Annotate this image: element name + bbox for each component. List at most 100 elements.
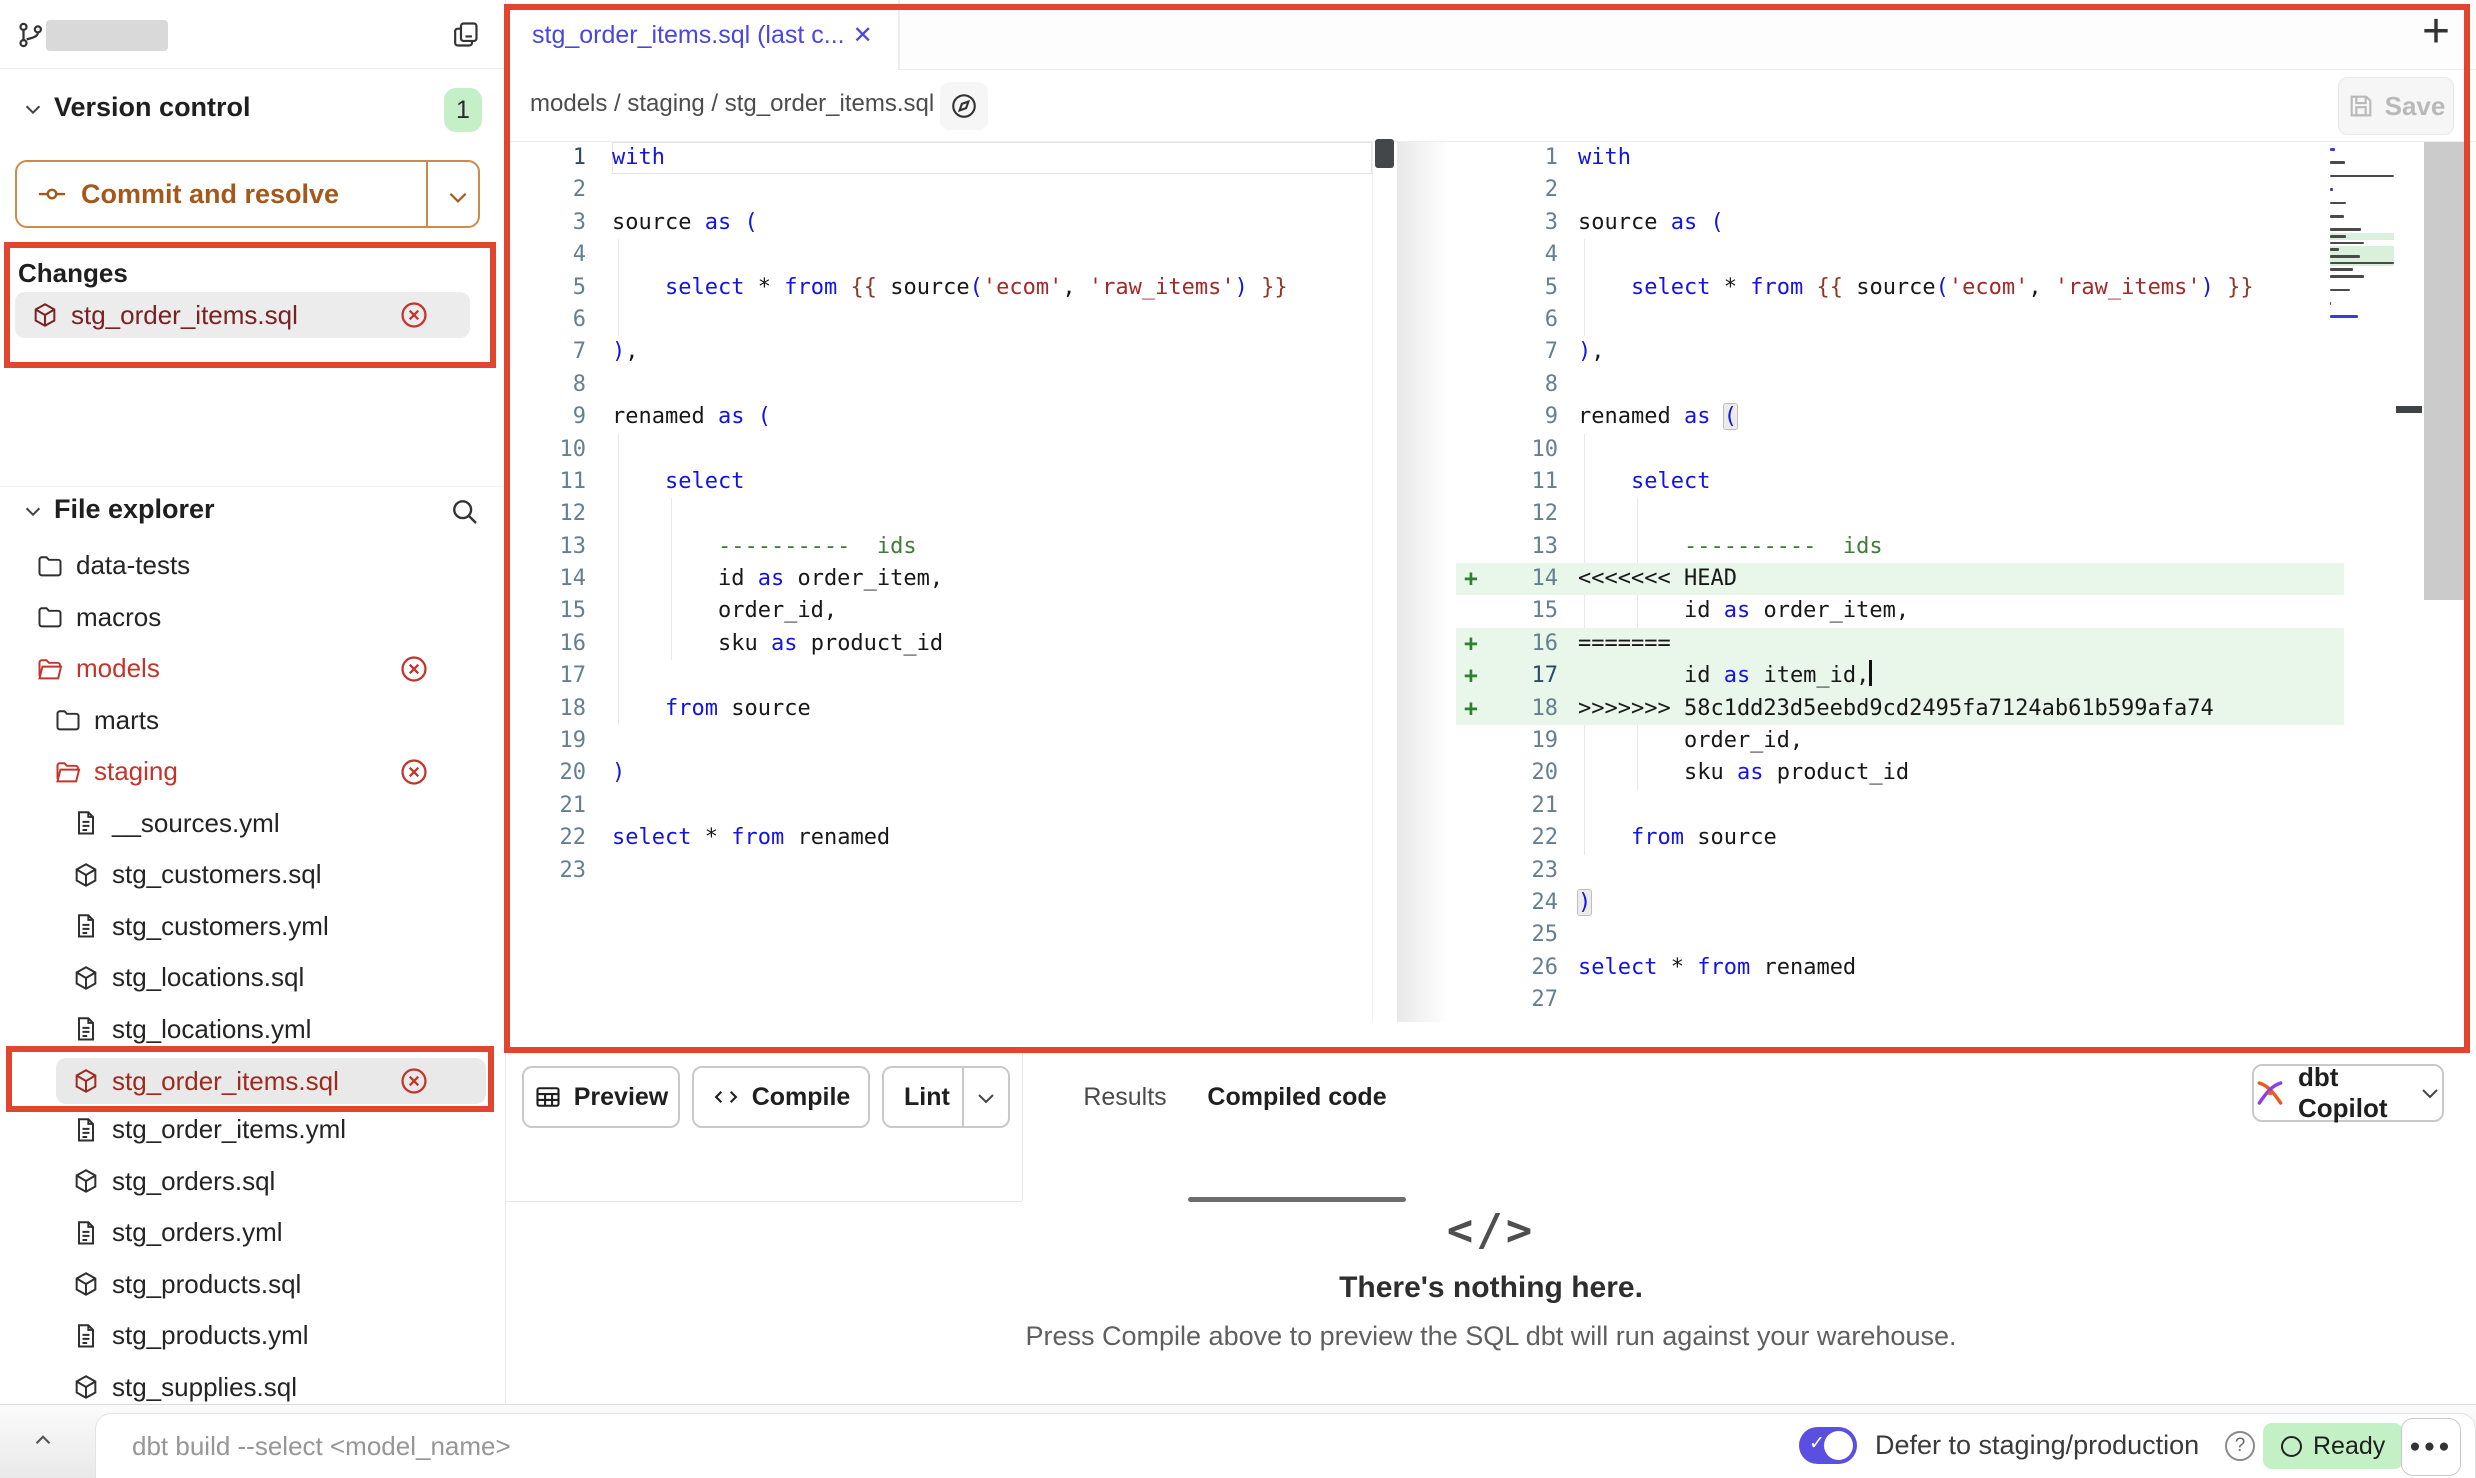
file-explorer-item-stg_order_items.yml[interactable]: stg_order_items.yml [0,1104,506,1156]
code-line-19[interactable]: 19 [506,725,1372,757]
defer-toggle[interactable]: ✓ [1799,1427,1857,1464]
preview-button[interactable]: Preview [522,1066,680,1128]
file-explorer-item-stg_orders.sql[interactable]: stg_orders.sql [0,1156,506,1208]
chevron-up-icon[interactable] [30,1427,56,1453]
file-explorer-item-stg_products.sql[interactable]: stg_products.sql [0,1259,506,1311]
git-branch-icon[interactable] [16,20,46,50]
code-line-15[interactable]: 15 id as order_item, [1456,595,2344,627]
code-line-22[interactable]: 22select * from renamed [506,822,1372,854]
code-line-10[interactable]: 10 [1456,434,2344,466]
code-line-25[interactable]: 25 [1456,919,2344,951]
code-line-18[interactable]: +18>>>>>>> 58c1dd23d5eebd9cd2495fa7124ab… [1456,693,2344,725]
code-line-19[interactable]: 19 order_id, [1456,725,2344,757]
file-explorer-item-stg_order_items.sql[interactable]: stg_order_items.sql [56,1058,486,1104]
code-line-12[interactable]: 12 [506,498,1372,530]
code-line-5[interactable]: 5 select * from {{ source('ecom', 'raw_i… [1456,272,2344,304]
search-icon[interactable] [448,495,480,527]
code-line-2[interactable]: 2 [1456,174,2344,206]
file-explorer-item-stg_products.yml[interactable]: stg_products.yml [0,1310,506,1362]
code-line-2[interactable]: 2 [506,174,1372,206]
code-line-23[interactable]: 23 [506,855,1372,887]
code-line-15[interactable]: 15 order_id, [506,595,1372,627]
discard-change-icon[interactable] [398,756,430,788]
new-tab-icon[interactable]: + [2422,4,2450,59]
code-line-3[interactable]: 3source as ( [506,207,1372,239]
file-explorer-item-stg_customers.yml[interactable]: stg_customers.yml [0,901,506,953]
file-explorer-item-stg_orders.yml[interactable]: stg_orders.yml [0,1207,506,1259]
file-explorer-item-stg_locations.sql[interactable]: stg_locations.sql [0,952,506,1004]
more-options-button[interactable]: ●●● [2401,1418,2461,1476]
code-line-16[interactable]: 16 sku as product_id [506,628,1372,660]
close-icon[interactable]: ✕ [853,21,873,50]
changed-file-row[interactable]: stg_order_items.sql [15,292,470,338]
left-pane-scrollbar[interactable] [1372,142,1396,1022]
code-line-8[interactable]: 8 [1456,369,2344,401]
code-line-13[interactable]: 13 ---------- ids [1456,531,2344,563]
tab-stg-order-items[interactable]: stg_order_items.sql (last c... ✕ [506,0,900,70]
code-line-10[interactable]: 10 [506,434,1372,466]
right-pane-scrollbar-thumb[interactable] [2424,142,2466,600]
compile-button[interactable]: Compile [692,1066,870,1128]
code-line-16[interactable]: +16======= [1456,628,2344,660]
code-pane-local[interactable]: 1with23source as (45 select * from {{ so… [506,142,1372,887]
code-line-6[interactable]: 6 [506,304,1372,336]
discard-change-icon[interactable] [398,653,430,685]
code-line-11[interactable]: 11 select [506,466,1372,498]
code-line-4[interactable]: 4 [1456,239,2344,271]
file-explorer-item-macros[interactable]: macros [0,592,506,644]
help-icon[interactable]: ? [2225,1431,2255,1461]
code-line-18[interactable]: 18 from source [506,693,1372,725]
lineage-compass-icon[interactable] [940,82,988,130]
tab-compiled-code[interactable]: Compiled code [1188,1066,1406,1128]
file-explorer-item-data-tests[interactable]: data-tests [0,540,506,592]
file-explorer-item-stg_customers.sql[interactable]: stg_customers.sql [0,849,506,901]
code-line-24[interactable]: 24) [1456,887,2344,919]
code-line-14[interactable]: +14<<<<<<< HEAD [1456,563,2344,595]
code-line-8[interactable]: 8 [506,369,1372,401]
code-line-6[interactable]: 6 [1456,304,2344,336]
code-line-22[interactable]: 22 from source [1456,822,2344,854]
code-line-14[interactable]: 14 id as order_item, [506,563,1372,595]
copy-icon[interactable] [450,19,481,50]
code-line-9[interactable]: 9renamed as ( [506,401,1372,433]
file-explorer-item-stg_locations.yml[interactable]: stg_locations.yml [0,1004,506,1056]
code-line-13[interactable]: 13 ---------- ids [506,531,1372,563]
code-line-20[interactable]: 20 sku as product_id [1456,757,2344,789]
file-explorer-item-marts[interactable]: marts [0,695,506,747]
left-pane-scrollbar-thumb[interactable] [1375,139,1394,168]
file-explorer-item-__sources.yml[interactable]: __sources.yml [0,798,506,850]
code-line-12[interactable]: 12 [1456,498,2344,530]
lint-button[interactable]: Lint [882,1066,1010,1128]
discard-change-icon[interactable] [398,1065,430,1097]
chevron-down-icon[interactable] [445,184,471,210]
save-button[interactable]: Save [2338,77,2454,135]
code-line-3[interactable]: 3source as ( [1456,207,2344,239]
code-line-21[interactable]: 21 [1456,790,2344,822]
file-explorer-item-models[interactable]: models [0,643,506,695]
dbt-copilot-button[interactable]: dbt Copilot [2252,1064,2444,1122]
code-line-4[interactable]: 4 [506,239,1372,271]
code-line-7[interactable]: 7), [506,336,1372,368]
discard-change-icon[interactable] [398,299,430,331]
code-line-17[interactable]: 17 [506,660,1372,692]
code-line-5[interactable]: 5 select * from {{ source('ecom', 'raw_i… [506,272,1372,304]
code-line-27[interactable]: 27 [1456,984,2344,1016]
chevron-down-icon[interactable] [974,1086,998,1110]
code-pane-editable[interactable]: 1with23source as (45 select * from {{ so… [1456,142,2344,1017]
code-line-17[interactable]: +17 id as item_id, [1456,660,2344,692]
code-line-26[interactable]: 26select * from renamed [1456,952,2344,984]
code-line-1[interactable]: 1with [506,142,1372,174]
minimap[interactable] [2330,146,2394,327]
code-line-23[interactable]: 23 [1456,855,2344,887]
code-line-7[interactable]: 7), [1456,336,2344,368]
commit-and-resolve-button[interactable]: Commit and resolve [15,160,480,228]
file-explorer-item-staging[interactable]: staging [0,746,506,798]
chevron-down-icon[interactable] [22,500,44,522]
branch-name-redacted[interactable] [46,20,168,51]
code-line-1[interactable]: 1with [1456,142,2344,174]
chevron-down-icon[interactable] [2418,1081,2442,1105]
command-input[interactable]: dbt build --select <model_name> ✓ Defer … [95,1413,2476,1478]
tab-results[interactable]: Results [1070,1066,1180,1128]
code-line-20[interactable]: 20) [506,757,1372,789]
code-line-21[interactable]: 21 [506,790,1372,822]
